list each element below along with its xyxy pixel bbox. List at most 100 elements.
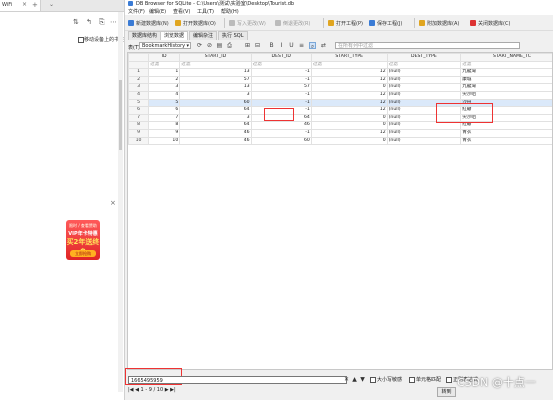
- column-header-dest-type[interactable]: DEST_TYPE: [386, 53, 462, 62]
- save-project-button[interactable]: 保存工程(J): [369, 19, 402, 27]
- column-header-dest-id[interactable]: DEST_ID: [250, 53, 312, 62]
- revert-changes-button[interactable]: 倒退更改(R): [275, 19, 310, 27]
- new-tab-icon[interactable]: +: [32, 1, 38, 9]
- row-number[interactable]: 5: [128, 98, 150, 108]
- column-filter-input[interactable]: 过滤: [148, 60, 181, 70]
- ad-close-icon[interactable]: ×: [110, 199, 116, 207]
- find-next-icon[interactable]: ▼: [359, 376, 366, 384]
- table-cell[interactable]: -1: [250, 98, 312, 108]
- align-icon[interactable]: ≡: [298, 42, 305, 49]
- find-input[interactable]: 1665495959: [128, 376, 347, 384]
- delete-row-icon[interactable]: ⊟: [254, 42, 261, 49]
- table-cell[interactable]: 3: [179, 113, 252, 123]
- table-cell[interactable]: 康城: [460, 75, 552, 85]
- row-number[interactable]: 10: [128, 136, 150, 146]
- close-database-button[interactable]: 关闭数据库(C): [470, 19, 510, 27]
- open-project-button[interactable]: 打开工程(P): [328, 19, 363, 27]
- sidebar-toggle-icon[interactable]: ⇅: [73, 18, 79, 26]
- column-header-id[interactable]: ID: [148, 53, 181, 62]
- table-cell[interactable]: 57: [250, 83, 312, 92]
- attach-database-button[interactable]: 附加数据库(A): [419, 19, 459, 27]
- record-navigation[interactable]: |◀ ◀ 1 - 9 / 10 ▶ ▶|: [128, 387, 176, 393]
- tab-close-icon[interactable]: ×: [22, 1, 27, 8]
- menu-tools[interactable]: 工具(T): [197, 8, 214, 15]
- write-changes-button[interactable]: 写入更改(W): [229, 19, 266, 27]
- print-icon[interactable]: ⎙: [226, 42, 233, 49]
- tab-edit-pragmas[interactable]: 编辑杂注: [189, 31, 218, 40]
- tab-list-icon[interactable]: ⌄: [49, 1, 54, 8]
- table-row[interactable]: 101046600(null)青衣Tsing Yi沙田Sha Tin166549…: [128, 136, 552, 146]
- column-filter-input[interactable]: 过滤: [310, 60, 388, 70]
- open-database-button[interactable]: 打开数据库(O): [175, 19, 216, 27]
- find-previous-icon[interactable]: ▲: [351, 376, 358, 384]
- table-cell[interactable]: 4: [148, 90, 181, 100]
- table-row[interactable]: 443-112(null)尖沙咀Tsim Sha Tsui1612755245.…: [128, 90, 552, 100]
- save-filter-icon[interactable]: ▤: [216, 42, 223, 49]
- new-database-button[interactable]: 新建数据库(N): [128, 19, 169, 27]
- table-row[interactable]: 9946-112(null)青衣Tsing Yi1665496974.69520: [128, 128, 552, 138]
- table-cell[interactable]: 12: [310, 106, 388, 115]
- regex-checkbox[interactable]: [446, 377, 452, 383]
- menu-edit[interactable]: 编辑(E): [149, 8, 166, 15]
- table-cell[interactable]: (null): [386, 136, 462, 146]
- vip-ad-banner[interactable]: 限时 / 查看赞助 VIP年卡特惠 买2年送终身 立即抢购: [66, 220, 100, 260]
- table-cell[interactable]: 7: [148, 113, 181, 123]
- table-cell[interactable]: -1: [250, 75, 312, 85]
- table-cell[interactable]: 青衣: [460, 128, 552, 138]
- table-cell[interactable]: 1: [148, 68, 181, 77]
- row-number[interactable]: 7: [128, 113, 150, 123]
- filter-all-columns-input[interactable]: 在所有列中过滤: [335, 42, 520, 49]
- table-cell[interactable]: 46: [250, 121, 312, 130]
- table-cell[interactable]: 3: [179, 90, 252, 100]
- column-filter-input[interactable]: 过滤: [250, 60, 312, 70]
- column-filter-input[interactable]: 过滤: [179, 60, 252, 70]
- table-cell[interactable]: 60: [179, 98, 252, 108]
- table-cell[interactable]: (null): [386, 83, 462, 92]
- column-filter-input[interactable]: 过滤: [460, 60, 552, 70]
- table-cell[interactable]: 64: [179, 121, 252, 130]
- goto-button[interactable]: 转到: [437, 387, 456, 397]
- table-cell[interactable]: 46: [179, 136, 252, 146]
- table-cell[interactable]: 57: [179, 75, 252, 85]
- column-header-start-name-tc[interactable]: START_NAME_TC: [460, 53, 552, 62]
- row-number[interactable]: 9: [128, 128, 150, 138]
- clear-filters-icon[interactable]: ⊘: [206, 42, 213, 49]
- table-cell[interactable]: (null): [386, 68, 462, 77]
- column-filter-input[interactable]: 过滤: [386, 60, 462, 70]
- table-cell[interactable]: 8: [148, 121, 181, 130]
- table-cell[interactable]: 9: [148, 128, 181, 138]
- table-cell[interactable]: -1: [250, 68, 312, 77]
- tab-execute-sql[interactable]: 执行 SQL: [218, 31, 248, 40]
- menu-view[interactable]: 查看(V): [173, 8, 190, 15]
- tab-browse-data[interactable]: 浏览数据: [160, 31, 189, 40]
- case-sensitive-checkbox[interactable]: [370, 377, 376, 383]
- table-row[interactable]: 3313570(null)九龍灣Kowloon Bay康城LOHAS Park1…: [128, 83, 552, 92]
- find-icon[interactable]: ⌕: [309, 42, 316, 50]
- table-cell[interactable]: 12: [310, 98, 388, 108]
- column-header-start-id[interactable]: START_ID: [179, 53, 252, 62]
- table-cell[interactable]: -1: [250, 128, 312, 138]
- row-number[interactable]: 4: [128, 90, 150, 100]
- data-grid[interactable]: ID START_ID DEST_ID START_TYPE DEST_TYPE STAR…: [127, 52, 553, 370]
- table-row[interactable]: 1113-112(null)九龍灣Kowloon Bay1612755225.3…: [128, 68, 552, 77]
- table-cell[interactable]: 12: [310, 75, 388, 85]
- table-cell[interactable]: 6: [148, 106, 181, 115]
- table-cell[interactable]: 60: [250, 136, 312, 146]
- table-cell[interactable]: 0: [310, 121, 388, 130]
- browser-scrollbar-thumb[interactable]: [119, 80, 122, 150]
- row-number[interactable]: 8: [128, 121, 150, 130]
- insert-row-icon[interactable]: ⊞: [244, 42, 251, 49]
- menu-file[interactable]: 文件(F): [128, 8, 145, 15]
- table-cell[interactable]: 12: [310, 90, 388, 100]
- table-cell[interactable]: 0: [310, 136, 388, 146]
- replace-icon[interactable]: ⇄: [320, 42, 327, 49]
- table-select[interactable]: BookmarkHistory ▾: [139, 42, 191, 49]
- table-cell[interactable]: 5: [148, 98, 181, 108]
- menu-help[interactable]: 帮助(H): [221, 8, 239, 15]
- table-cell[interactable]: (null): [386, 128, 462, 138]
- table-cell[interactable]: 青衣: [460, 136, 552, 146]
- back-icon[interactable]: ↰: [86, 18, 92, 26]
- table-cell[interactable]: 13: [179, 68, 252, 77]
- table-cell[interactable]: 尖沙咀: [460, 90, 552, 100]
- bold-icon[interactable]: B: [268, 42, 275, 49]
